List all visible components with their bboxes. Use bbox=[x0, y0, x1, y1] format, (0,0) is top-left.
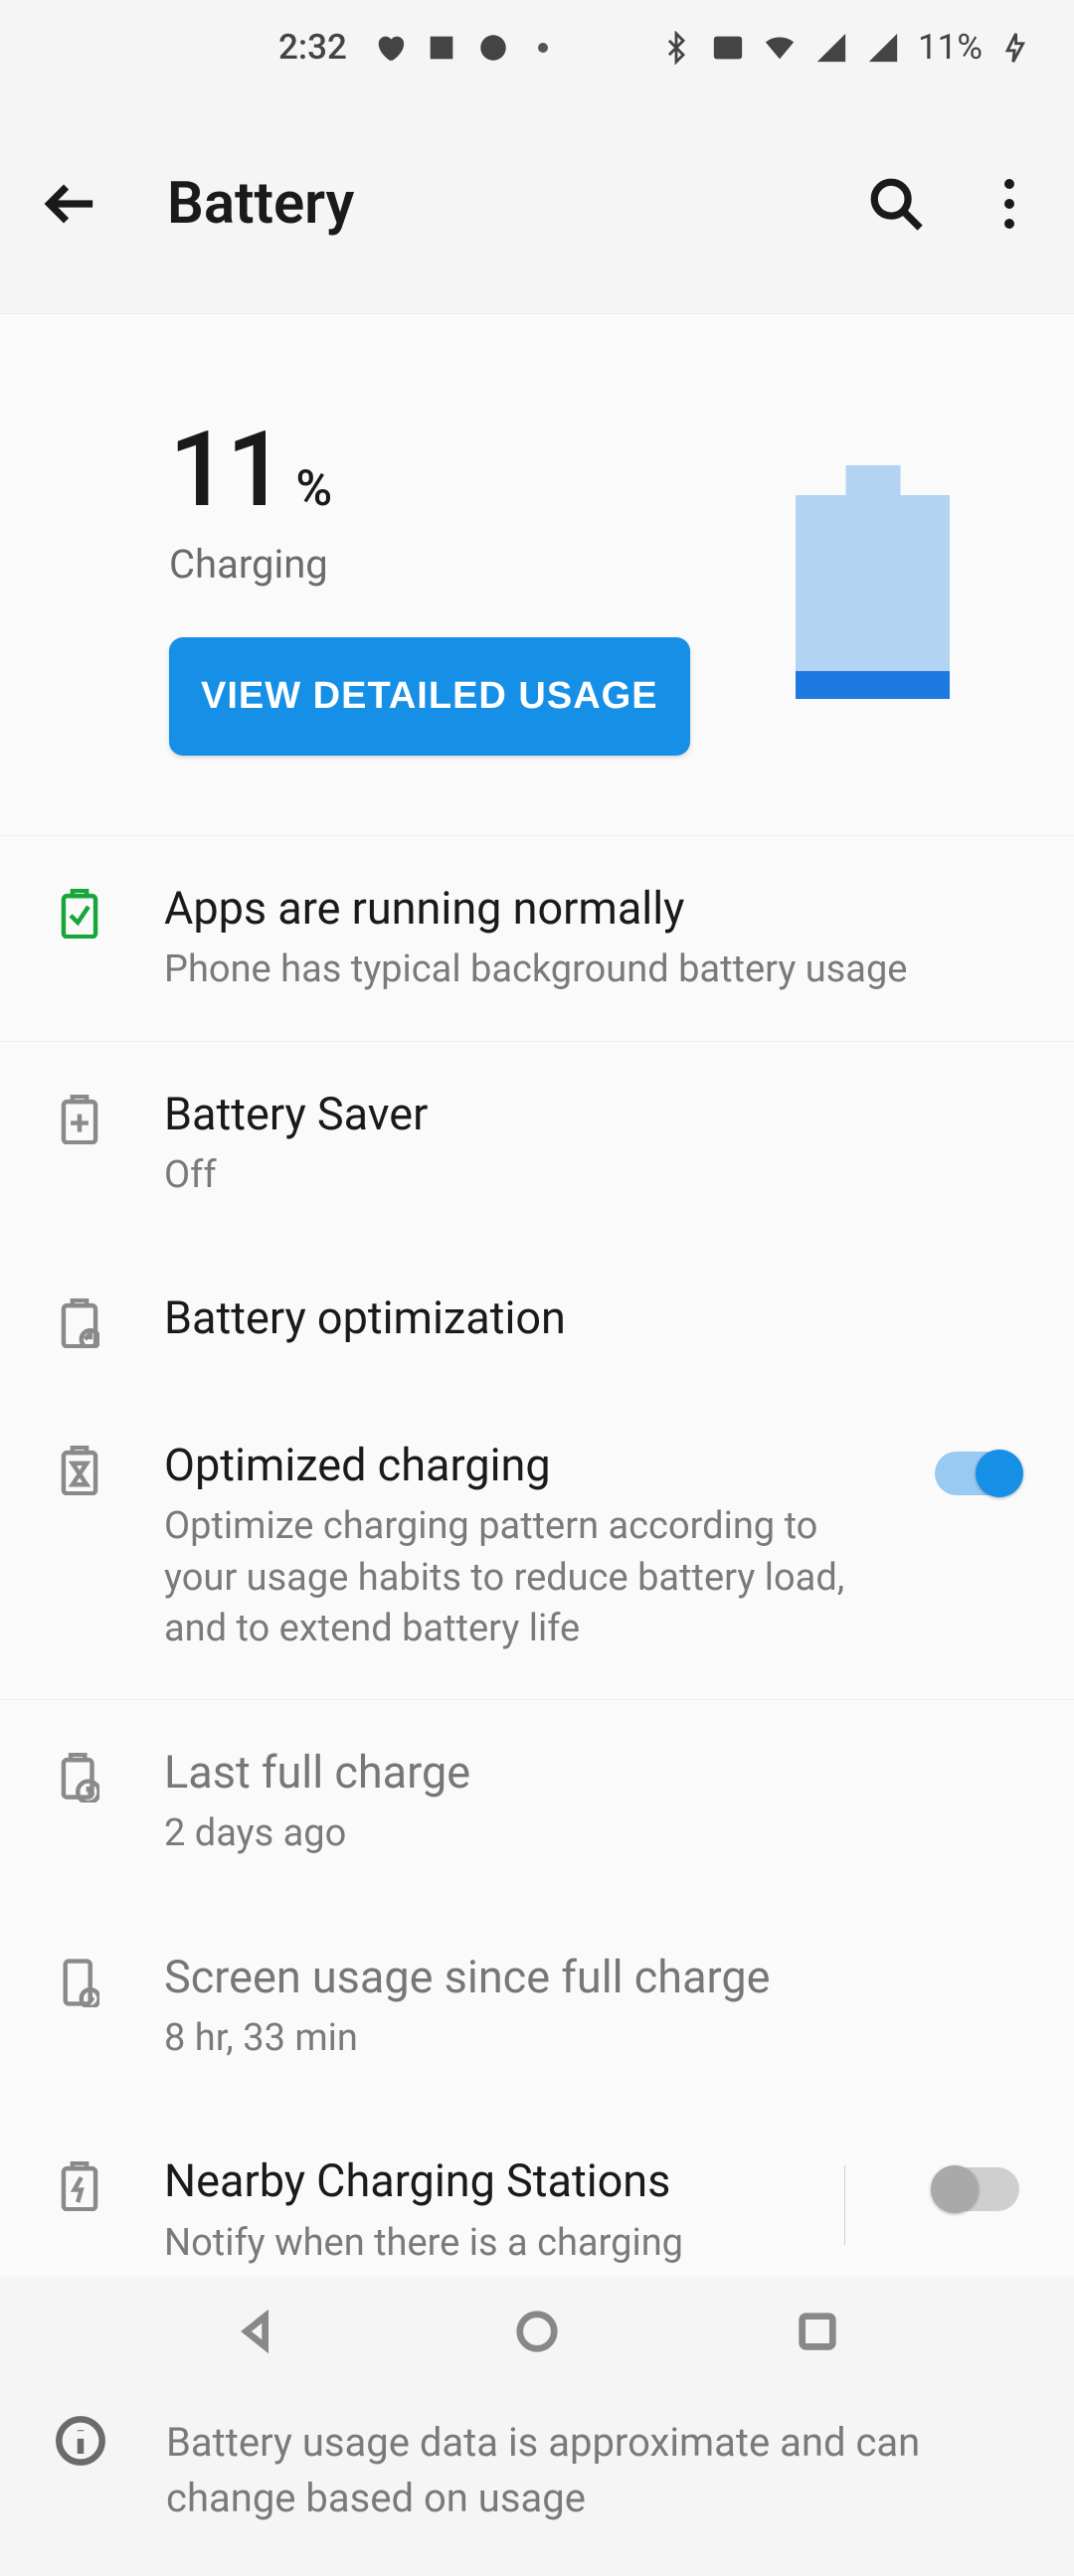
last-full-sub: 2 days ago bbox=[164, 1808, 1019, 1859]
opt-charging-title: Optimized charging bbox=[164, 1438, 875, 1493]
status-bar: 2:32 11% bbox=[0, 0, 1074, 94]
battery-opt-icon bbox=[55, 1290, 104, 1348]
overflow-menu-icon[interactable] bbox=[984, 179, 1034, 229]
charging-status: Charging bbox=[169, 541, 328, 588]
apps-normal-title: Apps are running normally bbox=[164, 881, 1019, 937]
status-time: 2:32 bbox=[278, 27, 347, 68]
nav-back-icon[interactable] bbox=[235, 2309, 280, 2354]
usage-info-row: Battery usage data is approximate and ca… bbox=[0, 2364, 1074, 2576]
battery-level-card: 11 % Charging VIEW DETAILED USAGE bbox=[0, 313, 1074, 835]
battery-saver-row[interactable]: Battery Saver Off bbox=[0, 1041, 1074, 1247]
apps-running-normally-row[interactable]: Apps are running normally Phone has typi… bbox=[0, 835, 1074, 1041]
circle-icon bbox=[476, 31, 510, 65]
battery-visual-icon bbox=[796, 465, 950, 699]
info-icon bbox=[55, 2415, 106, 2471]
phone-clock-icon bbox=[55, 1950, 104, 2007]
nearby-stations-toggle[interactable] bbox=[935, 2167, 1019, 2211]
navigation-bar bbox=[0, 2277, 1074, 2386]
screen-usage-row: Screen usage since full charge 8 hr, 33 … bbox=[0, 1905, 1074, 2110]
charging-bolt-icon bbox=[1000, 31, 1034, 65]
usage-info-text: Battery usage data is approximate and ca… bbox=[166, 2415, 1019, 2526]
row-divider bbox=[844, 2165, 845, 2245]
status-battery-percent: 11% bbox=[918, 27, 983, 68]
last-full-title: Last full charge bbox=[164, 1745, 1019, 1801]
battery-percent-value: 11 bbox=[169, 409, 283, 531]
battery-saver-title: Battery Saver bbox=[164, 1087, 1019, 1142]
search-icon[interactable] bbox=[867, 175, 925, 233]
battery-plus-icon bbox=[55, 1087, 104, 1144]
nav-home-icon[interactable] bbox=[514, 2309, 560, 2354]
battery-opt-title: Battery optimization bbox=[164, 1290, 1019, 1346]
bluetooth-icon bbox=[659, 31, 693, 65]
heart-icon bbox=[373, 31, 407, 65]
app-header: Battery bbox=[0, 94, 1074, 313]
opt-charging-sub: Optimize charging pattern according to y… bbox=[164, 1501, 875, 1654]
nearby-stations-title: Nearby Charging Stations bbox=[164, 2153, 755, 2209]
view-detailed-usage-button[interactable]: VIEW DETAILED USAGE bbox=[169, 637, 690, 756]
page-title: Battery bbox=[167, 170, 807, 238]
square-icon bbox=[425, 31, 458, 65]
volte-icon bbox=[711, 31, 745, 65]
optimized-charging-toggle[interactable] bbox=[935, 1452, 1019, 1495]
battery-percent-symbol: % bbox=[295, 460, 332, 518]
optimized-charging-row[interactable]: Optimized charging Optimize charging pat… bbox=[0, 1393, 1074, 1699]
hourglass-battery-icon bbox=[55, 1438, 104, 1495]
wifi-icon bbox=[763, 31, 797, 65]
battery-saver-sub: Off bbox=[164, 1150, 1019, 1201]
battery-bolt-icon bbox=[55, 2153, 104, 2211]
dot-icon bbox=[538, 43, 548, 53]
battery-clock-icon bbox=[55, 1745, 104, 1803]
nav-recent-icon[interactable] bbox=[795, 2309, 840, 2354]
last-full-charge-row: Last full charge 2 days ago bbox=[0, 1699, 1074, 1905]
signal-2-icon bbox=[866, 31, 900, 65]
battery-check-icon bbox=[55, 881, 104, 939]
apps-normal-sub: Phone has typical background battery usa… bbox=[164, 945, 1019, 995]
signal-1-icon bbox=[814, 31, 848, 65]
battery-optimization-row[interactable]: Battery optimization bbox=[0, 1246, 1074, 1393]
screen-usage-title: Screen usage since full charge bbox=[164, 1950, 1019, 2005]
back-icon[interactable] bbox=[40, 175, 97, 233]
screen-usage-sub: 8 hr, 33 min bbox=[164, 2013, 1019, 2064]
